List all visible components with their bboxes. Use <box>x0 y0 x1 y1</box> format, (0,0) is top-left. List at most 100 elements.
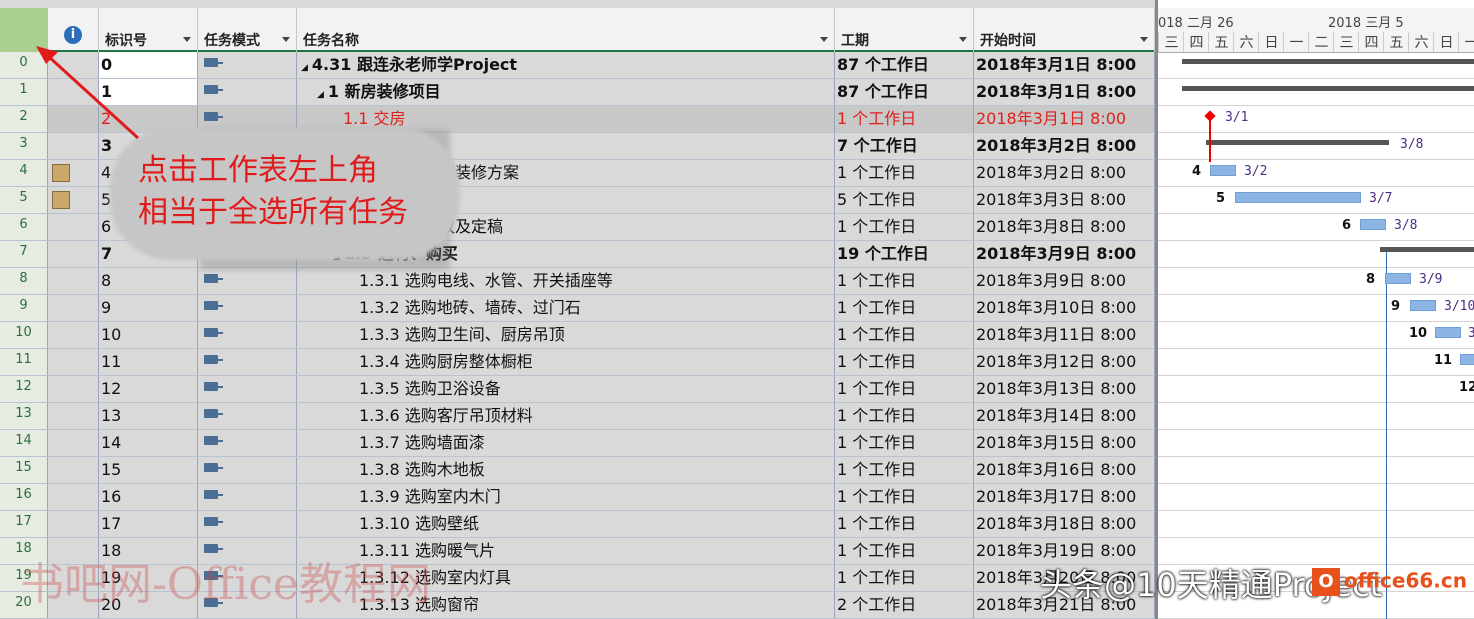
start-cell[interactable]: 2018年3月9日 8:00 <box>974 241 1155 267</box>
duration-cell[interactable]: 1 个工作日 <box>835 403 974 429</box>
table-row[interactable]: 14 14 1.3.7 选购墙面漆 1 个工作日 2018年3月15日 8:00 <box>0 430 1155 457</box>
mode-cell[interactable] <box>198 511 297 537</box>
start-cell[interactable]: 2018年3月3日 8:00 <box>974 187 1155 213</box>
duration-cell[interactable]: 1 个工作日 <box>835 295 974 321</box>
duration-cell[interactable]: 7 个工作日 <box>835 133 974 159</box>
name-cell[interactable]: ◢ 4.31 跟连永老师学Project <box>297 52 835 78</box>
row-number[interactable]: 11 <box>0 349 48 375</box>
start-cell[interactable]: 2018年3月1日 8:00 <box>974 106 1155 132</box>
dropdown-arrow-icon[interactable] <box>1140 37 1148 42</box>
summary-bar-renovation[interactable] <box>1182 86 1474 91</box>
duration-cell[interactable]: 2 个工作日 <box>835 592 974 618</box>
duration-cell[interactable]: 87 个工作日 <box>835 79 974 105</box>
row-number[interactable]: 15 <box>0 457 48 483</box>
column-header-mode[interactable]: 任务模式 <box>198 8 297 52</box>
duration-cell[interactable]: 1 个工作日 <box>835 160 974 186</box>
mode-cell[interactable] <box>198 376 297 402</box>
table-row[interactable]: 13 13 1.3.6 选购客厅吊顶材料 1 个工作日 2018年3月14日 8:00 <box>0 403 1155 430</box>
name-cell[interactable]: 1.3.5 选购卫浴设备 <box>297 376 835 402</box>
name-cell[interactable]: 1.3.9 选购室内木门 <box>297 484 835 510</box>
table-row[interactable]: 15 15 1.3.8 选购木地板 1 个工作日 2018年3月16日 8:00 <box>0 457 1155 484</box>
task-bar-9[interactable] <box>1410 300 1436 311</box>
summary-bar-7[interactable] <box>1380 247 1474 252</box>
table-row[interactable]: 17 17 1.3.10 选购壁纸 1 个工作日 2018年3月18日 8:00 <box>0 511 1155 538</box>
name-cell[interactable]: 1.3.6 选购客厅吊顶材料 <box>297 403 835 429</box>
name-cell[interactable]: 1.3.8 选购木地板 <box>297 457 835 483</box>
start-cell[interactable]: 2018年3月9日 8:00 <box>974 268 1155 294</box>
id-cell[interactable]: 17 <box>99 511 198 537</box>
column-header-duration[interactable]: 工期 <box>835 8 974 52</box>
mode-cell[interactable] <box>198 403 297 429</box>
duration-cell[interactable]: 1 个工作日 <box>835 322 974 348</box>
row-number[interactable]: 10 <box>0 322 48 348</box>
collapse-triangle-icon[interactable]: ◢ <box>317 90 324 100</box>
name-cell[interactable]: 1.3.2 选购地砖、墙砖、过门石 <box>297 295 835 321</box>
start-cell[interactable]: 2018年3月18日 8:00 <box>974 511 1155 537</box>
duration-cell[interactable]: 1 个工作日 <box>835 565 974 591</box>
duration-cell[interactable]: 1 个工作日 <box>835 376 974 402</box>
start-cell[interactable]: 2018年3月11日 8:00 <box>974 322 1155 348</box>
mode-cell[interactable] <box>198 457 297 483</box>
duration-cell[interactable]: 1 个工作日 <box>835 214 974 240</box>
table-row[interactable]: 16 16 1.3.9 选购室内木门 1 个工作日 2018年3月17日 8:00 <box>0 484 1155 511</box>
duration-cell[interactable]: 1 个工作日 <box>835 430 974 456</box>
name-cell[interactable]: 1.3.4 选购厨房整体橱柜 <box>297 349 835 375</box>
start-cell[interactable]: 2018年3月1日 8:00 <box>974 52 1155 78</box>
start-cell[interactable]: 2018年3月16日 8:00 <box>974 457 1155 483</box>
name-cell[interactable]: 1.3.1 选购电线、水管、开关插座等 <box>297 268 835 294</box>
duration-cell[interactable]: 1 个工作日 <box>835 511 974 537</box>
start-cell[interactable]: 2018年3月8日 8:00 <box>974 214 1155 240</box>
id-cell[interactable]: 16 <box>99 484 198 510</box>
task-bar-8[interactable] <box>1385 273 1411 284</box>
start-cell[interactable]: 2018年3月17日 8:00 <box>974 484 1155 510</box>
collapse-triangle-icon[interactable]: ◢ <box>301 63 308 73</box>
table-row[interactable]: 9 9 1.3.2 选购地砖、墙砖、过门石 1 个工作日 2018年3月10日 8:00 <box>0 295 1155 322</box>
id-cell[interactable]: 12 <box>99 376 198 402</box>
table-row[interactable]: 12 12 1.3.5 选购卫浴设备 1 个工作日 2018年3月13日 8:00 <box>0 376 1155 403</box>
row-number[interactable]: 16 <box>0 484 48 510</box>
duration-cell[interactable]: 5 个工作日 <box>835 187 974 213</box>
start-cell[interactable]: 2018年3月10日 8:00 <box>974 295 1155 321</box>
start-cell[interactable]: 2018年3月2日 8:00 <box>974 160 1155 186</box>
task-bar-10[interactable] <box>1435 327 1461 338</box>
row-number[interactable]: 6 <box>0 214 48 240</box>
name-cell[interactable]: 1.3.3 选购卫生间、厨房吊顶 <box>297 322 835 348</box>
mode-cell[interactable] <box>198 484 297 510</box>
row-number[interactable]: 8 <box>0 268 48 294</box>
id-cell[interactable]: 14 <box>99 430 198 456</box>
column-header-name[interactable]: 任务名称 <box>297 8 835 52</box>
task-bar-4[interactable] <box>1210 165 1236 176</box>
start-cell[interactable]: 2018年3月15日 8:00 <box>974 430 1155 456</box>
row-number[interactable]: 12 <box>0 376 48 402</box>
dropdown-arrow-icon[interactable] <box>282 37 290 42</box>
id-cell[interactable]: 9 <box>99 295 198 321</box>
summary-bar-3[interactable] <box>1206 140 1389 145</box>
duration-cell[interactable]: 1 个工作日 <box>835 106 974 132</box>
start-cell[interactable]: 2018年3月13日 8:00 <box>974 376 1155 402</box>
mode-cell[interactable] <box>198 322 297 348</box>
id-cell[interactable]: 11 <box>99 349 198 375</box>
column-header-start[interactable]: 开始时间 <box>974 8 1155 52</box>
dropdown-arrow-icon[interactable] <box>959 37 967 42</box>
row-number[interactable]: 13 <box>0 403 48 429</box>
row-number[interactable]: 17 <box>0 511 48 537</box>
task-bar-6[interactable] <box>1360 219 1386 230</box>
duration-cell[interactable]: 1 个工作日 <box>835 484 974 510</box>
table-row[interactable]: 11 11 1.3.4 选购厨房整体橱柜 1 个工作日 2018年3月12日 8:00 <box>0 349 1155 376</box>
mode-cell[interactable] <box>198 430 297 456</box>
duration-cell[interactable]: 19 个工作日 <box>835 241 974 267</box>
name-cell[interactable]: 1.3.7 选购墙面漆 <box>297 430 835 456</box>
id-cell[interactable]: 13 <box>99 403 198 429</box>
id-cell[interactable]: 10 <box>99 322 198 348</box>
id-cell[interactable]: 15 <box>99 457 198 483</box>
name-cell[interactable]: ◢ 1 新房装修项目 <box>297 79 835 105</box>
row-number[interactable]: 7 <box>0 241 48 267</box>
table-row[interactable]: 8 8 1.3.1 选购电线、水管、开关插座等 1 个工作日 2018年3月9日 8:0… <box>0 268 1155 295</box>
duration-cell[interactable]: 1 个工作日 <box>835 268 974 294</box>
name-cell[interactable]: 1.3.10 选购壁纸 <box>297 511 835 537</box>
start-cell[interactable]: 2018年3月1日 8:00 <box>974 79 1155 105</box>
task-bar-5[interactable] <box>1235 192 1361 203</box>
id-cell[interactable]: 8 <box>99 268 198 294</box>
start-cell[interactable]: 2018年3月12日 8:00 <box>974 349 1155 375</box>
mode-cell[interactable] <box>198 295 297 321</box>
